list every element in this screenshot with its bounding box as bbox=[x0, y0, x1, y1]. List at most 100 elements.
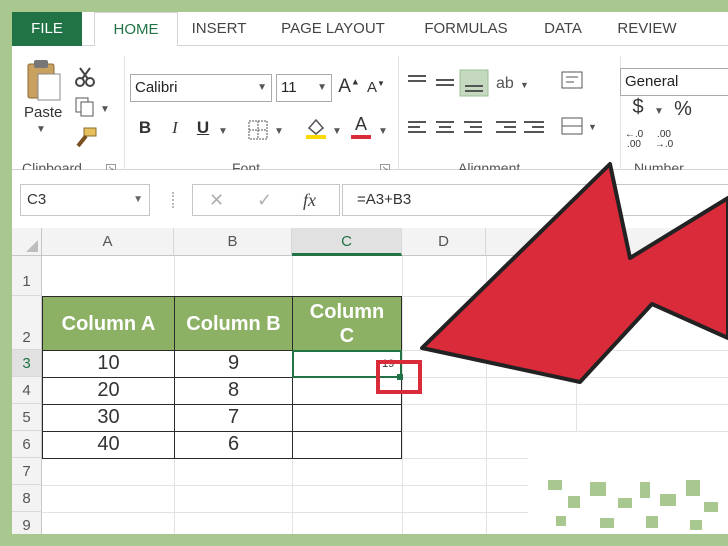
currency-button[interactable]: $ bbox=[628, 96, 648, 119]
formula-bar-grip[interactable] bbox=[172, 192, 176, 208]
fill-color-dropdown-icon[interactable]: ▼ bbox=[332, 126, 342, 137]
row-header-9[interactable]: 9 bbox=[12, 512, 42, 534]
enter-icon[interactable]: ✓ bbox=[257, 185, 272, 215]
align-right-icon[interactable] bbox=[464, 121, 482, 133]
column-header-b[interactable]: B bbox=[174, 228, 292, 256]
font-name-value: Calibri bbox=[135, 79, 178, 96]
shrink-font-button[interactable]: A▼ bbox=[366, 79, 386, 96]
middle-align-icon[interactable] bbox=[436, 79, 454, 86]
font-name-select[interactable]: Calibri ▼ bbox=[130, 74, 272, 102]
name-box[interactable]: C3 ▼ bbox=[20, 184, 150, 216]
clipboard-icon bbox=[27, 60, 61, 101]
row-header-2[interactable]: 2 bbox=[12, 296, 42, 350]
tab-file[interactable]: FILE bbox=[12, 12, 82, 46]
tab-home[interactable]: HOME bbox=[94, 12, 178, 47]
header-column-b: Column B bbox=[186, 312, 281, 335]
decrease-indent-icon[interactable] bbox=[496, 121, 516, 133]
column-header-d[interactable]: D bbox=[402, 228, 486, 256]
header-column-c: Column C bbox=[309, 300, 385, 347]
cell-c5[interactable] bbox=[292, 404, 402, 432]
cell-c2[interactable]: Column C bbox=[292, 296, 402, 351]
decrease-decimal-button[interactable]: .00 →.0 bbox=[652, 130, 676, 150]
orientation-icon[interactable]: ab ▼ bbox=[496, 75, 529, 92]
row-header-8[interactable]: 8 bbox=[12, 485, 42, 512]
chevron-down-icon: ▼ bbox=[133, 194, 143, 205]
row-header-6[interactable]: 6 bbox=[12, 431, 42, 458]
bottom-align-icon[interactable] bbox=[459, 69, 489, 97]
cut-icon[interactable] bbox=[74, 66, 96, 88]
cell-a2[interactable]: Column A bbox=[42, 296, 175, 351]
paste-label: Paste bbox=[24, 104, 63, 121]
cell-b4[interactable]: 8 bbox=[174, 377, 293, 405]
column-header-f[interactable] bbox=[576, 228, 728, 256]
gridline bbox=[486, 256, 487, 534]
formula-input[interactable]: =A3+B3 bbox=[342, 184, 728, 216]
insert-function-button[interactable]: fx bbox=[303, 185, 316, 215]
bold-button[interactable]: B bbox=[134, 118, 156, 138]
align-center-icon[interactable] bbox=[436, 121, 454, 133]
grow-font-button[interactable]: A▲ bbox=[338, 76, 360, 98]
cell-c6[interactable] bbox=[292, 431, 402, 459]
cancel-icon[interactable]: ✕ bbox=[209, 185, 224, 215]
top-align-icon[interactable] bbox=[408, 75, 426, 82]
font-size-value: 11 bbox=[281, 79, 297, 96]
tab-formulas[interactable]: FORMULAS bbox=[412, 12, 520, 46]
formula-bar: C3 ▼ ✕ ✓ fx =A3+B3 bbox=[12, 170, 728, 228]
merge-center-icon[interactable]: ▼ bbox=[561, 117, 597, 135]
cell-b3[interactable]: 9 bbox=[174, 350, 293, 378]
cell-a3[interactable]: 10 bbox=[42, 350, 175, 378]
copy-icon[interactable] bbox=[74, 96, 96, 118]
format-painter-icon[interactable] bbox=[74, 126, 98, 148]
increase-indent-icon[interactable] bbox=[524, 121, 544, 133]
excel-window: FILE HOME INSERT PAGE LAYOUT FORMULAS DA… bbox=[12, 12, 728, 534]
align-left-icon[interactable] bbox=[408, 121, 426, 133]
column-header-a[interactable]: A bbox=[42, 228, 174, 256]
row-header-7[interactable]: 7 bbox=[12, 458, 42, 485]
svg-text:ab: ab bbox=[496, 75, 514, 92]
alignment-icons: ab ▼ ▼ bbox=[408, 69, 597, 135]
font-color-swatch bbox=[351, 135, 371, 139]
fill-color-icon[interactable] bbox=[304, 116, 328, 140]
currency-dropdown-icon[interactable]: ▼ bbox=[654, 106, 664, 117]
underline-dropdown-icon[interactable]: ▼ bbox=[218, 126, 228, 137]
column-header-e[interactable] bbox=[486, 228, 576, 256]
tab-insert[interactable]: INSERT bbox=[184, 12, 254, 46]
wrap-text-icon[interactable] bbox=[561, 71, 583, 89]
paste-button[interactable]: Paste ▼ bbox=[20, 54, 68, 154]
row-header-5[interactable]: 5 bbox=[12, 404, 42, 431]
cell-b5[interactable]: 7 bbox=[174, 404, 293, 432]
tab-review[interactable]: REVIEW bbox=[610, 12, 684, 46]
chevron-down-icon: ▼ bbox=[257, 82, 267, 93]
chevron-down-icon: ▼ bbox=[317, 82, 327, 93]
copy-dropdown-icon[interactable]: ▼ bbox=[100, 104, 110, 115]
font-color-dropdown-icon[interactable]: ▼ bbox=[378, 126, 388, 137]
borders-icon[interactable] bbox=[248, 120, 268, 140]
row-header-1[interactable]: 1 bbox=[12, 256, 42, 296]
italic-button[interactable]: I bbox=[164, 118, 186, 138]
percent-button[interactable]: % bbox=[672, 98, 694, 121]
row-header-3[interactable]: 3 bbox=[12, 350, 42, 377]
increase-decimal-button[interactable]: ←.0 .00 bbox=[622, 130, 646, 150]
cell-a6[interactable]: 40 bbox=[42, 431, 175, 459]
tab-data[interactable]: DATA bbox=[532, 12, 594, 46]
underline-button[interactable]: U bbox=[192, 118, 214, 138]
blurred-artifact bbox=[528, 432, 728, 534]
select-all-button[interactable] bbox=[12, 228, 42, 256]
paste-dropdown-icon: ▼ bbox=[36, 124, 46, 135]
cell-a5[interactable]: 30 bbox=[42, 404, 175, 432]
row-header-4[interactable]: 4 bbox=[12, 377, 42, 404]
cell-a4[interactable]: 20 bbox=[42, 377, 175, 405]
font-size-select[interactable]: 11 ▼ bbox=[276, 74, 332, 102]
fill-handle[interactable] bbox=[397, 374, 403, 380]
ribbon-home: Paste ▼ ▼ Clipboard ↘ Calibri ▼ 11 ▼ A▲ … bbox=[12, 46, 728, 176]
font-color-button[interactable]: A bbox=[350, 114, 372, 139]
column-header-c[interactable]: C bbox=[292, 228, 402, 256]
name-box-value: C3 bbox=[27, 191, 47, 208]
borders-dropdown-icon[interactable]: ▼ bbox=[274, 126, 284, 137]
cell-b6[interactable]: 6 bbox=[174, 431, 293, 459]
cell-b2[interactable]: Column B bbox=[174, 296, 293, 351]
svg-text:▼: ▼ bbox=[588, 122, 597, 132]
ribbon-tab-bar: FILE HOME INSERT PAGE LAYOUT FORMULAS DA… bbox=[12, 12, 728, 47]
tab-page-layout[interactable]: PAGE LAYOUT bbox=[274, 12, 392, 46]
number-format-select[interactable]: General bbox=[620, 68, 728, 96]
